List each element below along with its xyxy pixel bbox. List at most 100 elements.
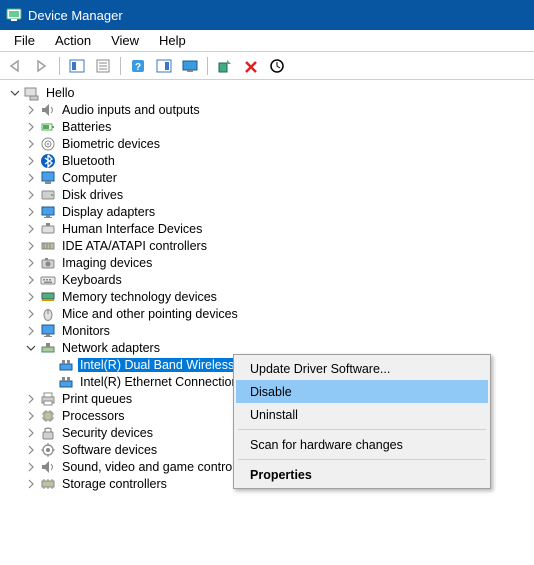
menubar: File Action View Help (0, 30, 534, 52)
device-tree[interactable]: Hello Audio inputs and outputs Batteries… (0, 80, 534, 565)
tree-item[interactable]: Human Interface Devices (0, 220, 534, 237)
expand-icon[interactable] (24, 239, 38, 253)
memory-icon (40, 289, 56, 305)
tree-item[interactable]: Biometric devices (0, 135, 534, 152)
back-button[interactable] (4, 55, 28, 77)
uninstall-button[interactable] (239, 55, 263, 77)
tree-item[interactable]: Audio inputs and outputs (0, 101, 534, 118)
tree-item[interactable]: Monitors (0, 322, 534, 339)
tree-item-label: Memory technology devices (60, 290, 219, 304)
menu-help[interactable]: Help (149, 31, 196, 50)
cpu-icon (40, 408, 56, 424)
expand-icon[interactable] (24, 137, 38, 151)
tree-item-label: Monitors (60, 324, 112, 338)
monitor-toggle-button[interactable] (178, 55, 202, 77)
expand-icon[interactable] (24, 443, 38, 457)
ctx-properties[interactable]: Properties (236, 463, 488, 486)
forward-button[interactable] (30, 55, 54, 77)
mouse-icon (40, 306, 56, 322)
device-manager-icon (6, 7, 22, 23)
printer-icon (40, 391, 56, 407)
expand-icon[interactable] (24, 477, 38, 491)
ctx-disable[interactable]: Disable (236, 380, 488, 403)
tree-item-label: Keyboards (60, 273, 124, 287)
tree-item-label: Storage controllers (60, 477, 169, 491)
computer-root-icon (24, 85, 40, 101)
tree-root-label: Hello (44, 86, 77, 100)
tree-item[interactable]: Keyboards (0, 271, 534, 288)
update-driver-button[interactable] (213, 55, 237, 77)
menu-file[interactable]: File (4, 31, 45, 50)
tree-item-label: Biometric devices (60, 137, 162, 151)
tree-item[interactable]: IDE ATA/ATAPI controllers (0, 237, 534, 254)
tree-item-label: IDE ATA/ATAPI controllers (60, 239, 209, 253)
audio-icon (40, 102, 56, 118)
svg-text:?: ? (135, 62, 141, 73)
storage-icon (40, 476, 56, 492)
separator (120, 57, 121, 75)
expand-icon[interactable] (24, 188, 38, 202)
hid-icon (40, 221, 56, 237)
properties-button[interactable] (91, 55, 115, 77)
expand-icon[interactable] (24, 222, 38, 236)
refresh-button[interactable] (152, 55, 176, 77)
help-button[interactable]: ? (126, 55, 150, 77)
expand-icon[interactable] (24, 103, 38, 117)
tree-item-label: Mice and other pointing devices (60, 307, 240, 321)
separator (59, 57, 60, 75)
scan-for-changes-button[interactable] (265, 55, 289, 77)
menu-view[interactable]: View (101, 31, 149, 50)
collapse-icon[interactable] (8, 86, 22, 100)
toolbar: ? (0, 52, 534, 80)
tree-item-label: Disk drives (60, 188, 125, 202)
separator (238, 429, 486, 430)
expand-icon[interactable] (24, 409, 38, 423)
expand-icon[interactable] (24, 120, 38, 134)
computer-icon (40, 170, 56, 186)
expand-icon[interactable] (24, 307, 38, 321)
tree-item[interactable]: Display adapters (0, 203, 534, 220)
network-icon (40, 340, 56, 356)
tree-item-label: Software devices (60, 443, 159, 457)
ctx-uninstall[interactable]: Uninstall (236, 403, 488, 426)
tree-item-label: Network adapters (60, 341, 162, 355)
tree-item[interactable]: Computer (0, 169, 534, 186)
expand-icon[interactable] (24, 256, 38, 270)
show-hidden-button[interactable] (65, 55, 89, 77)
tree-root[interactable]: Hello (0, 84, 534, 101)
expand-icon[interactable] (24, 290, 38, 304)
tree-item-label: Audio inputs and outputs (60, 103, 202, 117)
tree-item-label: Print queues (60, 392, 134, 406)
tree-item[interactable]: Memory technology devices (0, 288, 534, 305)
expand-icon[interactable] (24, 392, 38, 406)
expand-icon[interactable] (24, 171, 38, 185)
tree-item[interactable]: Bluetooth (0, 152, 534, 169)
disk-icon (40, 187, 56, 203)
sound-icon (40, 459, 56, 475)
tree-item-label: Intel(R) Ethernet Connection (78, 375, 240, 389)
ctx-scan[interactable]: Scan for hardware changes (236, 433, 488, 456)
tree-item[interactable]: Mice and other pointing devices (0, 305, 534, 322)
tree-item[interactable]: Disk drives (0, 186, 534, 203)
ctx-update-driver[interactable]: Update Driver Software... (236, 357, 488, 380)
context-menu: Update Driver Software... Disable Uninst… (233, 354, 491, 489)
expand-icon[interactable] (24, 324, 38, 338)
spacer (42, 358, 56, 372)
expand-icon[interactable] (24, 205, 38, 219)
expand-icon[interactable] (24, 273, 38, 287)
battery-icon (40, 119, 56, 135)
window-title: Device Manager (28, 8, 123, 23)
tree-item-label: Human Interface Devices (60, 222, 204, 236)
collapse-icon[interactable] (24, 341, 38, 355)
display-icon (40, 204, 56, 220)
netadapter-icon (58, 374, 74, 390)
titlebar: Device Manager (0, 0, 534, 30)
ide-icon (40, 238, 56, 254)
expand-icon[interactable] (24, 426, 38, 440)
expand-icon[interactable] (24, 154, 38, 168)
tree-item[interactable]: Batteries (0, 118, 534, 135)
tree-item-label: Bluetooth (60, 154, 117, 168)
tree-item[interactable]: Imaging devices (0, 254, 534, 271)
menu-action[interactable]: Action (45, 31, 101, 50)
expand-icon[interactable] (24, 460, 38, 474)
